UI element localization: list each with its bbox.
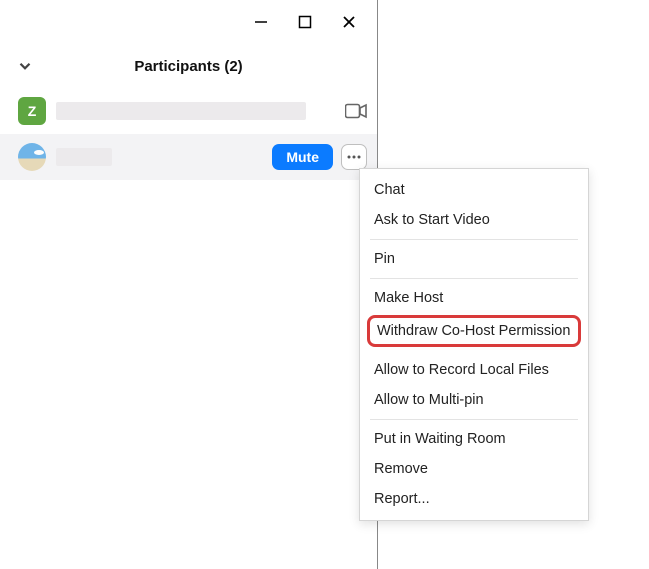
panel-header: Participants (2) xyxy=(0,44,377,88)
menu-separator xyxy=(370,278,578,279)
menu-item-allow-record[interactable]: Allow to Record Local Files xyxy=(360,355,588,385)
menu-item-allow-multipin[interactable]: Allow to Multi-pin xyxy=(360,385,588,415)
menu-item-report[interactable]: Report... xyxy=(360,484,588,514)
participant-row[interactable]: Z xyxy=(0,88,377,134)
participant-row[interactable]: Mute xyxy=(0,134,377,180)
avatar: Z xyxy=(18,97,46,125)
avatar xyxy=(18,143,46,171)
participant-name-redacted xyxy=(56,102,306,120)
menu-item-withdraw-cohost[interactable]: Withdraw Co-Host Permission xyxy=(367,315,581,347)
video-icon xyxy=(345,103,367,119)
menu-item-pin[interactable]: Pin xyxy=(360,244,588,274)
menu-item-make-host[interactable]: Make Host xyxy=(360,283,588,313)
window-titlebar xyxy=(0,0,377,44)
menu-item-chat[interactable]: Chat xyxy=(360,175,588,205)
menu-separator xyxy=(370,419,578,420)
participant-context-menu: Chat Ask to Start Video Pin Make Host Wi… xyxy=(359,168,589,521)
participant-name-redacted xyxy=(56,148,112,166)
menu-separator xyxy=(370,239,578,240)
participants-panel: Participants (2) Z Mute xyxy=(0,0,378,569)
menu-item-ask-start-video[interactable]: Ask to Start Video xyxy=(360,205,588,235)
more-options-button[interactable] xyxy=(341,144,367,170)
mute-button[interactable]: Mute xyxy=(272,144,333,170)
maximize-button[interactable] xyxy=(295,12,315,32)
minimize-button[interactable] xyxy=(251,12,271,32)
menu-item-waiting-room[interactable]: Put in Waiting Room xyxy=(360,424,588,454)
menu-item-remove[interactable]: Remove xyxy=(360,454,588,484)
close-button[interactable] xyxy=(339,12,359,32)
panel-title: Participants (2) xyxy=(16,58,361,75)
